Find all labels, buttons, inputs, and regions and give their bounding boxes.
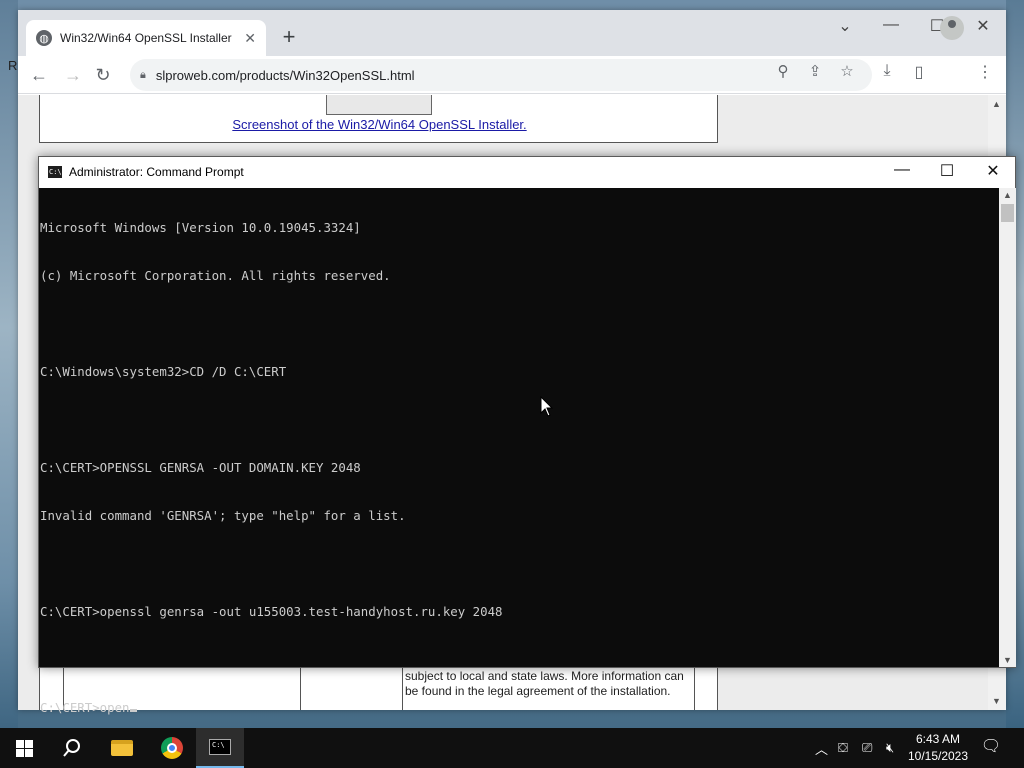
command-prompt-window: C:\ Administrator: Command Prompt — ☐ ✕ … <box>38 156 1016 715</box>
more-menu-icon[interactable]: ⋮ <box>972 62 998 82</box>
cmd-close-button[interactable]: ✕ <box>978 161 1008 181</box>
clock-date: 10/15/2023 <box>907 749 969 763</box>
volume-muted-icon[interactable]: 🔇︎ <box>886 728 894 768</box>
close-window-button[interactable]: ✕ <box>968 16 998 36</box>
screenshot-box: Screenshot of the Win32/Win64 OpenSSL In… <box>39 95 718 143</box>
text-cursor <box>129 709 137 712</box>
folder-icon <box>111 740 133 756</box>
cmd-minimize-button[interactable]: — <box>887 161 917 179</box>
network-icon[interactable]: ⎚ <box>862 728 872 768</box>
terminal-line: (c) Microsoft Corporation. All rights re… <box>40 268 391 283</box>
windows-logo-icon <box>15 739 33 757</box>
url-text: slproweb.com/products/Win32OpenSSL.html <box>155 67 415 83</box>
taskbar: C:\ ︿ ⛋ ⎚ 🔇︎ 6:43 AM 10/15/2023 🗨︎ <box>0 728 1024 768</box>
forward-arrow-icon[interactable]: → <box>60 62 86 88</box>
tab-search-button[interactable]: ⌄ <box>830 16 860 36</box>
terminal-line: C:\CERT>openssl genrsa -out u155003.test… <box>40 604 503 619</box>
search-icon[interactable]: ⚲ <box>772 62 794 80</box>
cmd-icon: C:\ <box>48 166 62 178</box>
scroll-up-arrow-icon[interactable]: ▲ <box>1003 190 1012 200</box>
scroll-up-arrow-icon[interactable]: ▲ <box>992 99 1001 109</box>
cmd-taskbar-button[interactable]: C:\ <box>196 728 244 768</box>
notification-icon[interactable]: 🗨︎ <box>980 736 1002 758</box>
side-panel-icon[interactable]: ▯ <box>906 62 932 82</box>
profile-avatar-icon[interactable] <box>940 16 964 40</box>
chrome-icon <box>161 737 183 759</box>
cmd-icon: C:\ <box>209 739 231 755</box>
mouse-pointer-icon <box>540 396 554 417</box>
cmd-title-bar[interactable]: C:\ Administrator: Command Prompt — ☐ ✕ <box>39 157 1015 188</box>
terminal-output[interactable]: Microsoft Windows [Version 10.0.19045.33… <box>39 188 999 715</box>
start-button[interactable] <box>0 728 48 768</box>
clock-time: 6:43 AM <box>915 732 961 746</box>
browser-tab[interactable]: ◍ Win32/Win64 OpenSSL Installer ✕ <box>26 20 266 56</box>
scroll-down-arrow-icon[interactable]: ▼ <box>1003 655 1012 665</box>
terminal-current-input: C:\CERT>open <box>40 700 130 715</box>
screenshot-link[interactable]: Screenshot of the Win32/Win64 OpenSSL In… <box>40 117 719 132</box>
show-hidden-icons-chevron-icon[interactable]: ︿ <box>815 728 828 768</box>
address-bar[interactable]: 🔒︎ slproweb.com/products/Win32OpenSSL.ht… <box>130 59 872 91</box>
file-explorer-button[interactable] <box>98 728 146 768</box>
browser-toolbar: ← → ↻ 🔒︎ slproweb.com/products/Win32Open… <box>18 56 1006 94</box>
lock-icon: 🔒︎ <box>140 68 146 81</box>
terminal-line: C:\CERT>OPENSSL GENRSA -OUT DOMAIN.KEY 2… <box>40 460 361 475</box>
terminal-line: C:\Windows\system32>CD /D C:\CERT <box>40 364 287 379</box>
minimize-button[interactable]: — <box>876 16 906 34</box>
cmd-title: Administrator: Command Prompt <box>69 165 244 179</box>
clock[interactable]: 6:43 AM 10/15/2023 <box>906 731 970 765</box>
scroll-thumb[interactable] <box>1001 204 1014 222</box>
tab-strip: ◍ Win32/Win64 OpenSSL Installer ✕ + ⌄ — … <box>18 10 1006 56</box>
back-arrow-icon[interactable]: ← <box>26 62 52 88</box>
close-tab-icon[interactable]: ✕ <box>244 30 256 47</box>
globe-icon: ◍ <box>36 30 52 46</box>
bookmark-star-icon[interactable]: ☆ <box>836 62 858 80</box>
reload-icon[interactable]: ↻ <box>90 62 116 88</box>
terminal-line: Microsoft Windows [Version 10.0.19045.33… <box>40 220 361 235</box>
chrome-taskbar-button[interactable] <box>148 728 196 768</box>
terminal-prompt-line[interactable]: C:\CERT>open <box>40 700 999 716</box>
download-icon[interactable]: ⤓ <box>874 62 900 80</box>
desktop-stray-text: R <box>8 58 18 73</box>
cmd-maximize-button[interactable]: ☐ <box>932 161 962 181</box>
search-icon <box>63 739 80 757</box>
terminal-line: Invalid command 'GENRSA'; type "help" fo… <box>40 508 406 523</box>
new-tab-button[interactable]: + <box>276 24 302 50</box>
cmd-scrollbar[interactable]: ▲ ▼ <box>999 188 1016 667</box>
desktop-background <box>0 0 18 728</box>
search-button[interactable] <box>48 728 96 768</box>
installer-thumbnail[interactable] <box>326 95 432 115</box>
network-security-icon[interactable]: ⛋ <box>838 728 848 768</box>
share-icon[interactable]: ⇪ <box>804 62 826 80</box>
tab-title: Win32/Win64 OpenSSL Installer <box>60 31 232 45</box>
